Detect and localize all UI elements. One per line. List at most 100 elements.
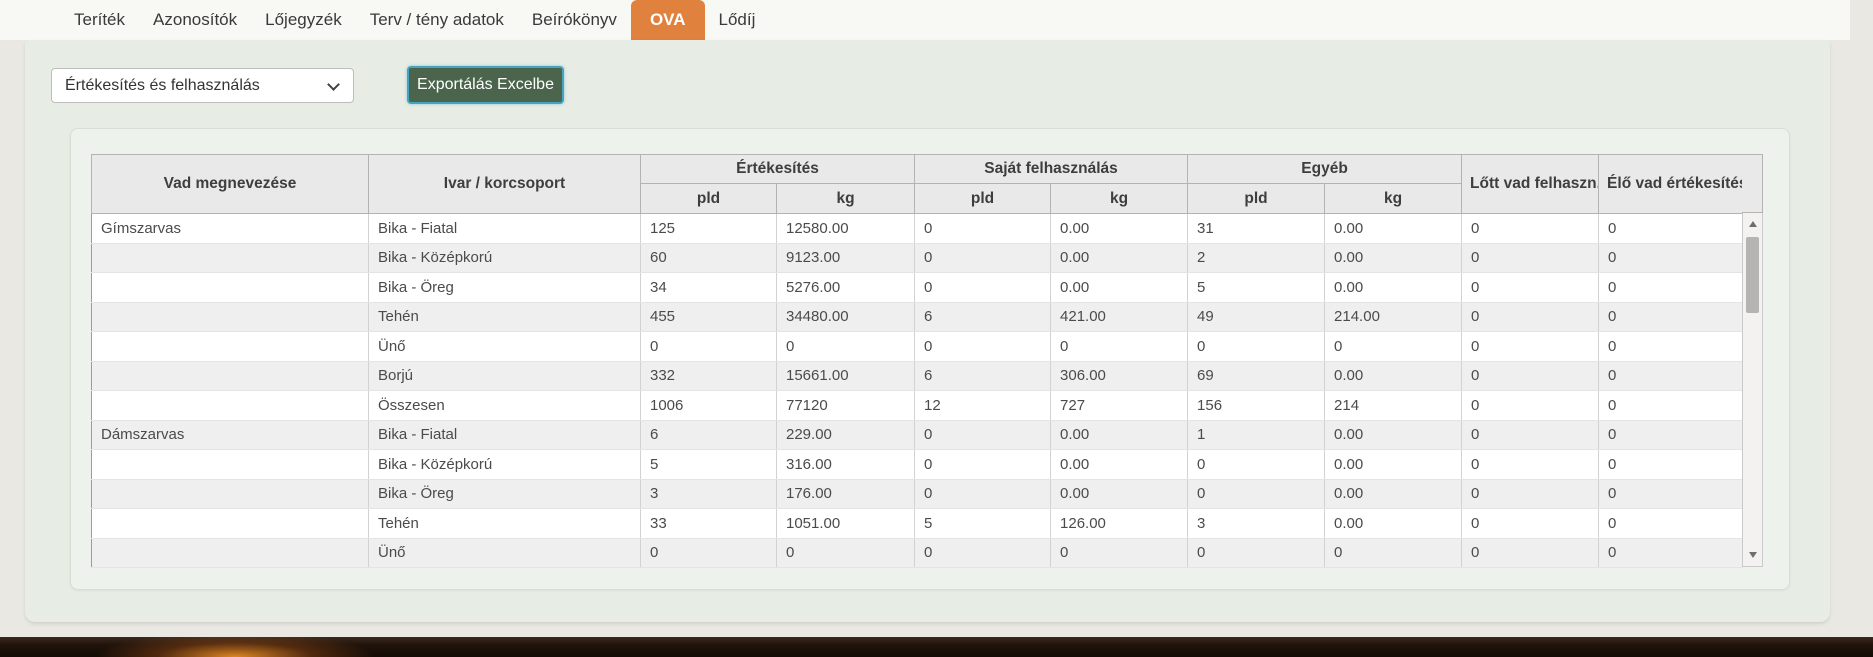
cell-elo-vad: 0: [1599, 332, 1743, 362]
subcol-ertekesites-pld[interactable]: pld: [641, 184, 777, 214]
cell-lott-vad: 0: [1462, 509, 1599, 539]
report-type-select-value: Értékesítés és felhasználás: [65, 77, 260, 95]
cell-egyeb-kg: 0.00: [1325, 214, 1462, 244]
cell-lott-vad: 0: [1462, 450, 1599, 480]
cell-elo-vad: 0: [1599, 361, 1743, 391]
tab-ova[interactable]: OVA: [631, 0, 705, 40]
background-photo-right-strip: [1850, 0, 1873, 657]
cell-sajat-pld: 0: [915, 479, 1051, 509]
cell-ivar-korcsoport: Bika - Középkorú: [369, 450, 641, 480]
col-header-ivar-korcsoport[interactable]: Ivar / korcsoport: [369, 155, 641, 214]
cell-lott-vad: 0: [1462, 302, 1599, 332]
cell-ertekesites-kg: 15661.00: [777, 361, 915, 391]
cell-ivar-korcsoport: Ünő: [369, 538, 641, 568]
cell-egyeb-kg: 0.00: [1325, 420, 1462, 450]
cell-sajat-pld: 0: [915, 332, 1051, 362]
col-header-vad-megnevezese[interactable]: Vad megnevezése: [92, 155, 369, 214]
cell-ertekesites-pld: 0: [641, 538, 777, 568]
subcol-egyeb-kg[interactable]: kg: [1325, 184, 1462, 214]
report-type-select[interactable]: Értékesítés és felhasználás: [51, 68, 354, 103]
cell-egyeb-pld: 3: [1188, 509, 1325, 539]
tab-list: TerítékAzonosítókLőjegyzékTerv / tény ad…: [60, 0, 769, 40]
cell-ertekesites-pld: 33: [641, 509, 777, 539]
cell-ivar-korcsoport: Borjú: [369, 361, 641, 391]
scrollbar-thumb[interactable]: [1746, 237, 1759, 313]
col-group-egyeb[interactable]: Egyéb: [1188, 155, 1462, 184]
table-row: Bika - Középkorú 60 9123.00 0 0.00 2 0.0…: [92, 243, 1743, 273]
subcol-egyeb-pld[interactable]: pld: [1188, 184, 1325, 214]
cell-ertekesites-pld: 34: [641, 273, 777, 303]
cell-sajat-pld: 0: [915, 450, 1051, 480]
tab-lőjegyzék[interactable]: Lőjegyzék: [251, 0, 356, 40]
cell-lott-vad: 0: [1462, 420, 1599, 450]
cell-ivar-korcsoport: Ünő: [369, 332, 641, 362]
cell-ivar-korcsoport: Tehén: [369, 509, 641, 539]
cell-vad-megnevezese: [92, 538, 369, 568]
cell-egyeb-kg: 0.00: [1325, 509, 1462, 539]
cell-vad-megnevezese: Dámszarvas: [92, 420, 369, 450]
cell-egyeb-pld: 0: [1188, 332, 1325, 362]
cell-egyeb-kg: 0: [1325, 332, 1462, 362]
cell-egyeb-kg: 0.00: [1325, 479, 1462, 509]
cell-vad-megnevezese: [92, 479, 369, 509]
ova-table: Vad megnevezése Ivar / korcsoport Értéke…: [91, 154, 1743, 568]
cell-egyeb-pld: 156: [1188, 391, 1325, 421]
cell-ertekesites-pld: 125: [641, 214, 777, 244]
cell-ertekesites-kg: 9123.00: [777, 243, 915, 273]
tab-lődíj[interactable]: Lődíj: [705, 0, 770, 40]
cell-lott-vad: 0: [1462, 273, 1599, 303]
cell-ertekesites-kg: 12580.00: [777, 214, 915, 244]
cell-sajat-pld: 6: [915, 302, 1051, 332]
col-group-sajat-felhasznalas[interactable]: Saját felhasználás: [915, 155, 1188, 184]
scroll-up-button[interactable]: [1743, 215, 1762, 233]
tab-bar: TerítékAzonosítókLőjegyzékTerv / tény ad…: [0, 0, 1850, 40]
cell-ivar-korcsoport: Bika - Öreg: [369, 479, 641, 509]
cell-sajat-pld: 0: [915, 273, 1051, 303]
cell-elo-vad: 0: [1599, 509, 1743, 539]
cell-ivar-korcsoport: Tehén: [369, 302, 641, 332]
cell-egyeb-pld: 0: [1188, 450, 1325, 480]
col-group-ertekesites[interactable]: Értékesítés: [641, 155, 915, 184]
export-excel-button[interactable]: Exportálás Excelbe: [407, 66, 564, 104]
subcol-ertekesites-kg[interactable]: kg: [777, 184, 915, 214]
scroll-down-button[interactable]: [1743, 546, 1762, 564]
cell-sajat-kg: 727: [1051, 391, 1188, 421]
cell-egyeb-pld: 69: [1188, 361, 1325, 391]
cell-elo-vad: 0: [1599, 243, 1743, 273]
cell-elo-vad: 0: [1599, 420, 1743, 450]
cell-vad-megnevezese: [92, 509, 369, 539]
subcol-sajat-pld[interactable]: pld: [915, 184, 1051, 214]
cell-ertekesites-kg: 316.00: [777, 450, 915, 480]
table-row: Bika - Öreg 34 5276.00 0 0.00 5 0.00 0 0: [92, 273, 1743, 303]
scrollbar-header-stub: [1742, 154, 1763, 213]
cell-ertekesites-pld: 5: [641, 450, 777, 480]
tab-teríték[interactable]: Teríték: [60, 0, 139, 40]
cell-egyeb-kg: 214: [1325, 391, 1462, 421]
tab-terv-tény-adatok[interactable]: Terv / tény adatok: [356, 0, 518, 40]
cell-vad-megnevezese: [92, 450, 369, 480]
cell-ertekesites-kg: 34480.00: [777, 302, 915, 332]
cell-sajat-pld: 0: [915, 214, 1051, 244]
vertical-scrollbar[interactable]: [1742, 213, 1763, 567]
cell-ertekesites-pld: 0: [641, 332, 777, 362]
table-row: Tehén 455 34480.00 6 421.00 49 214.00 0 …: [92, 302, 1743, 332]
cell-sajat-pld: 5: [915, 509, 1051, 539]
cell-lott-vad: 0: [1462, 361, 1599, 391]
cell-sajat-kg: 0.00: [1051, 479, 1188, 509]
cell-sajat-pld: 0: [915, 243, 1051, 273]
cell-sajat-kg: 0.00: [1051, 214, 1188, 244]
subcol-sajat-kg[interactable]: kg: [1051, 184, 1188, 214]
cell-sajat-kg: 421.00: [1051, 302, 1188, 332]
cell-elo-vad: 0: [1599, 538, 1743, 568]
cell-ertekesites-kg: 0: [777, 538, 915, 568]
cell-ivar-korcsoport: Összesen: [369, 391, 641, 421]
cell-lott-vad: 0: [1462, 332, 1599, 362]
cell-lott-vad: 0: [1462, 391, 1599, 421]
tab-azonosítók[interactable]: Azonosítók: [139, 0, 251, 40]
tab-beírókönyv[interactable]: Beírókönyv: [518, 0, 631, 40]
cell-egyeb-pld: 0: [1188, 538, 1325, 568]
col-header-elo-vad-ertekesites[interactable]: Élő vad értékesítés...: [1599, 155, 1743, 214]
cell-ertekesites-kg: 1051.00: [777, 509, 915, 539]
col-header-lott-vad-felhasznalas[interactable]: Lőtt vad felhaszn...: [1462, 155, 1599, 214]
cell-lott-vad: 0: [1462, 479, 1599, 509]
